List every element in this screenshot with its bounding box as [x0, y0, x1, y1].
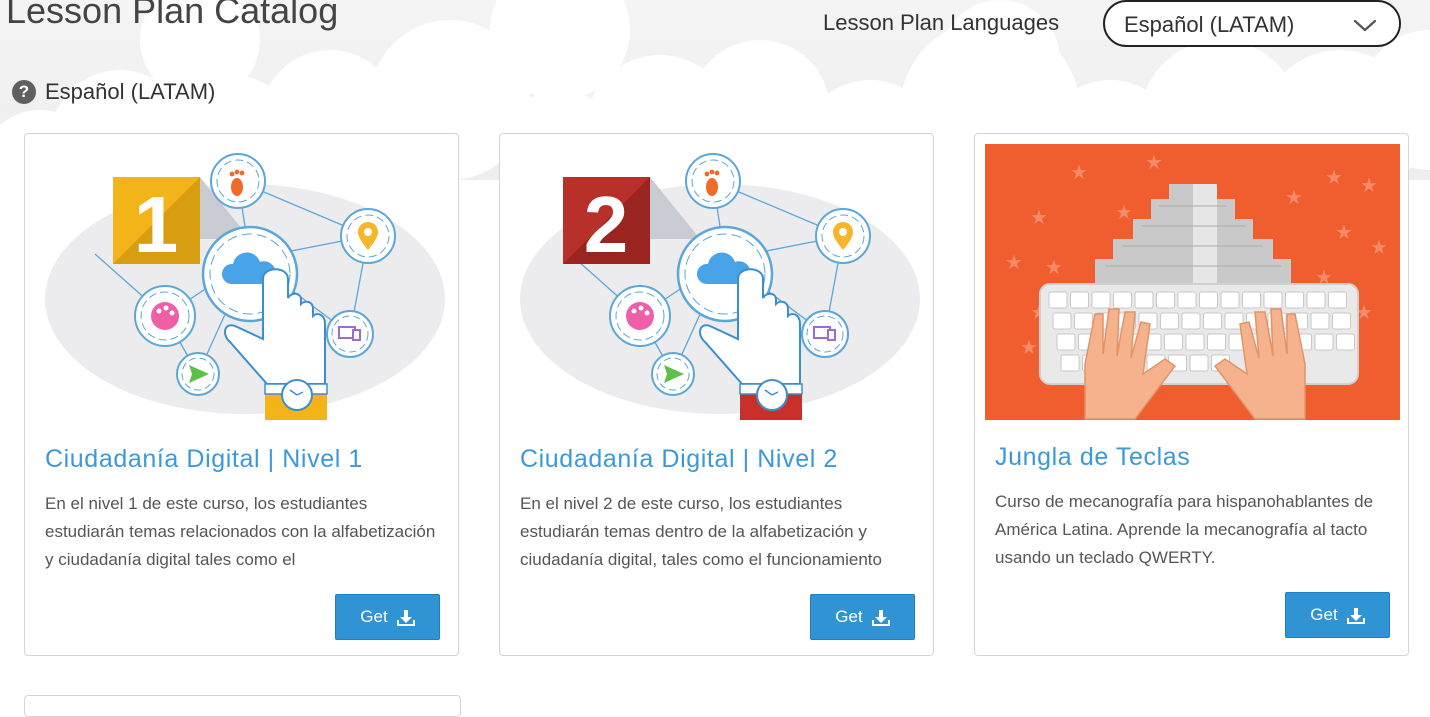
keyboard-key — [1181, 312, 1201, 330]
svg-text:★: ★ — [1335, 220, 1353, 244]
digital-citizenship-illustration: 2 — [520, 153, 920, 420]
lesson-image: 2 — [510, 144, 925, 420]
keyboard-key — [1164, 333, 1183, 351]
palette-icon — [609, 285, 671, 347]
typing-jungle-illustration: ★ ★★ ★★★ ★ ★★ ★★★ ★★★ — [985, 144, 1400, 420]
keyboard-key — [1263, 291, 1283, 309]
get-button-label: Get — [835, 607, 863, 626]
card-description: Curso de mecanografía para hispanohablan… — [995, 492, 1374, 567]
help-icon[interactable]: ? — [12, 80, 36, 104]
lesson-card: 2 Ciudadanía Digital | Nivel 2 En el niv… — [499, 133, 934, 656]
get-button-label: Get — [1310, 605, 1338, 624]
location-pin-icon — [815, 208, 871, 264]
page-header: Lesson Plan Catalog Lesson Plan Language… — [0, 0, 1430, 60]
keyboard-key — [1242, 291, 1261, 309]
keyboard-key — [1177, 291, 1197, 309]
send-icon — [651, 352, 695, 396]
keyboard-key — [1074, 312, 1093, 330]
card-description: En el nivel 1 de este curso, los estudia… — [45, 494, 436, 569]
svg-text:★: ★ — [1370, 235, 1388, 259]
svg-text:★: ★ — [1070, 160, 1088, 184]
keyboard-key — [1328, 291, 1347, 309]
get-button[interactable]: Get — [810, 594, 915, 640]
svg-text:★: ★ — [1020, 335, 1038, 359]
svg-text:★: ★ — [1145, 150, 1163, 174]
get-button[interactable]: Get — [1285, 592, 1390, 638]
download-icon — [396, 609, 415, 626]
keyboard-key — [1207, 333, 1226, 351]
keyboard-key — [1156, 291, 1175, 309]
chevron-down-icon — [1353, 19, 1377, 32]
level-badge-number: 1 — [134, 180, 179, 269]
keyboard-key — [1048, 291, 1068, 309]
palette-icon — [134, 285, 196, 347]
svg-text:★: ★ — [1045, 255, 1063, 279]
keyboard-key — [1060, 354, 1080, 372]
keyboard-key — [1185, 333, 1205, 351]
card-title[interactable]: Ciudadanía Digital | Nivel 1 — [45, 445, 363, 474]
svg-text:★: ★ — [1325, 165, 1343, 189]
keyboard-key — [1310, 312, 1330, 330]
svg-text:★: ★ — [1115, 200, 1133, 224]
keyboard-key — [1052, 312, 1072, 330]
keyboard-key — [1203, 312, 1222, 330]
language-select-value: Español (LATAM) — [1124, 12, 1295, 37]
keyboard-key — [1134, 291, 1154, 309]
svg-text:★: ★ — [1030, 205, 1048, 229]
keyboard-key — [1189, 354, 1209, 372]
section-title: Español (LATAM) — [45, 79, 216, 104]
keyboard-key — [1306, 291, 1326, 309]
lesson-image: ★ ★ ★ ★ ★ ★ ★ ★ ★ ★ ★ ★ ★ ★ ★ — [985, 144, 1400, 420]
card-description: En el nivel 2 de este curso, los estudia… — [520, 494, 882, 569]
footprint-icon — [685, 153, 741, 209]
svg-text:★: ★ — [1285, 185, 1303, 209]
lesson-card: ★ ★ ★ ★ ★ ★ ★ ★ ★ ★ ★ ★ ★ ★ ★ Jungla de Teclas Cur… — [974, 133, 1409, 656]
keyboard-key — [1113, 291, 1132, 309]
download-icon — [1346, 607, 1365, 624]
card-title[interactable]: Ciudadanía Digital | Nivel 2 — [520, 445, 838, 474]
svg-text:★: ★ — [1360, 173, 1378, 197]
devices-icon — [326, 310, 374, 358]
keyboard-key — [1336, 333, 1355, 351]
lesson-card: 1 Ciudadanía Digital | Nivel 1 En el niv… — [24, 133, 459, 656]
location-pin-icon — [340, 208, 396, 264]
lesson-image: 1 — [35, 144, 450, 420]
section-heading: ? Español (LATAM) — [12, 79, 215, 105]
keyboard-key — [1332, 312, 1351, 330]
keyboard-key — [1070, 291, 1089, 309]
keyboard-key — [1056, 333, 1076, 351]
get-button-label: Get — [360, 607, 388, 626]
language-label: Lesson Plan Languages — [823, 10, 1060, 35]
keyboard-key — [1285, 291, 1304, 309]
page-title: Lesson Plan Catalog — [6, 0, 339, 31]
keyboard-key — [1091, 291, 1111, 309]
keyboard-key — [1220, 291, 1240, 309]
devices-icon — [801, 310, 849, 358]
keyboard-key — [1160, 312, 1179, 330]
language-select[interactable]: Español (LATAM) — [1103, 0, 1401, 47]
lesson-card-partial — [24, 695, 461, 717]
keyboard-key — [1199, 291, 1218, 309]
level-badge-number: 2 — [584, 180, 629, 269]
keyboard-key — [1314, 333, 1334, 351]
get-button[interactable]: Get — [335, 594, 440, 640]
svg-text:★: ★ — [1005, 250, 1023, 274]
digital-citizenship-illustration: 1 — [45, 153, 445, 420]
download-icon — [871, 609, 890, 626]
footprint-icon — [210, 153, 266, 209]
card-title[interactable]: Jungla de Teclas — [995, 443, 1190, 472]
send-icon — [176, 352, 220, 396]
